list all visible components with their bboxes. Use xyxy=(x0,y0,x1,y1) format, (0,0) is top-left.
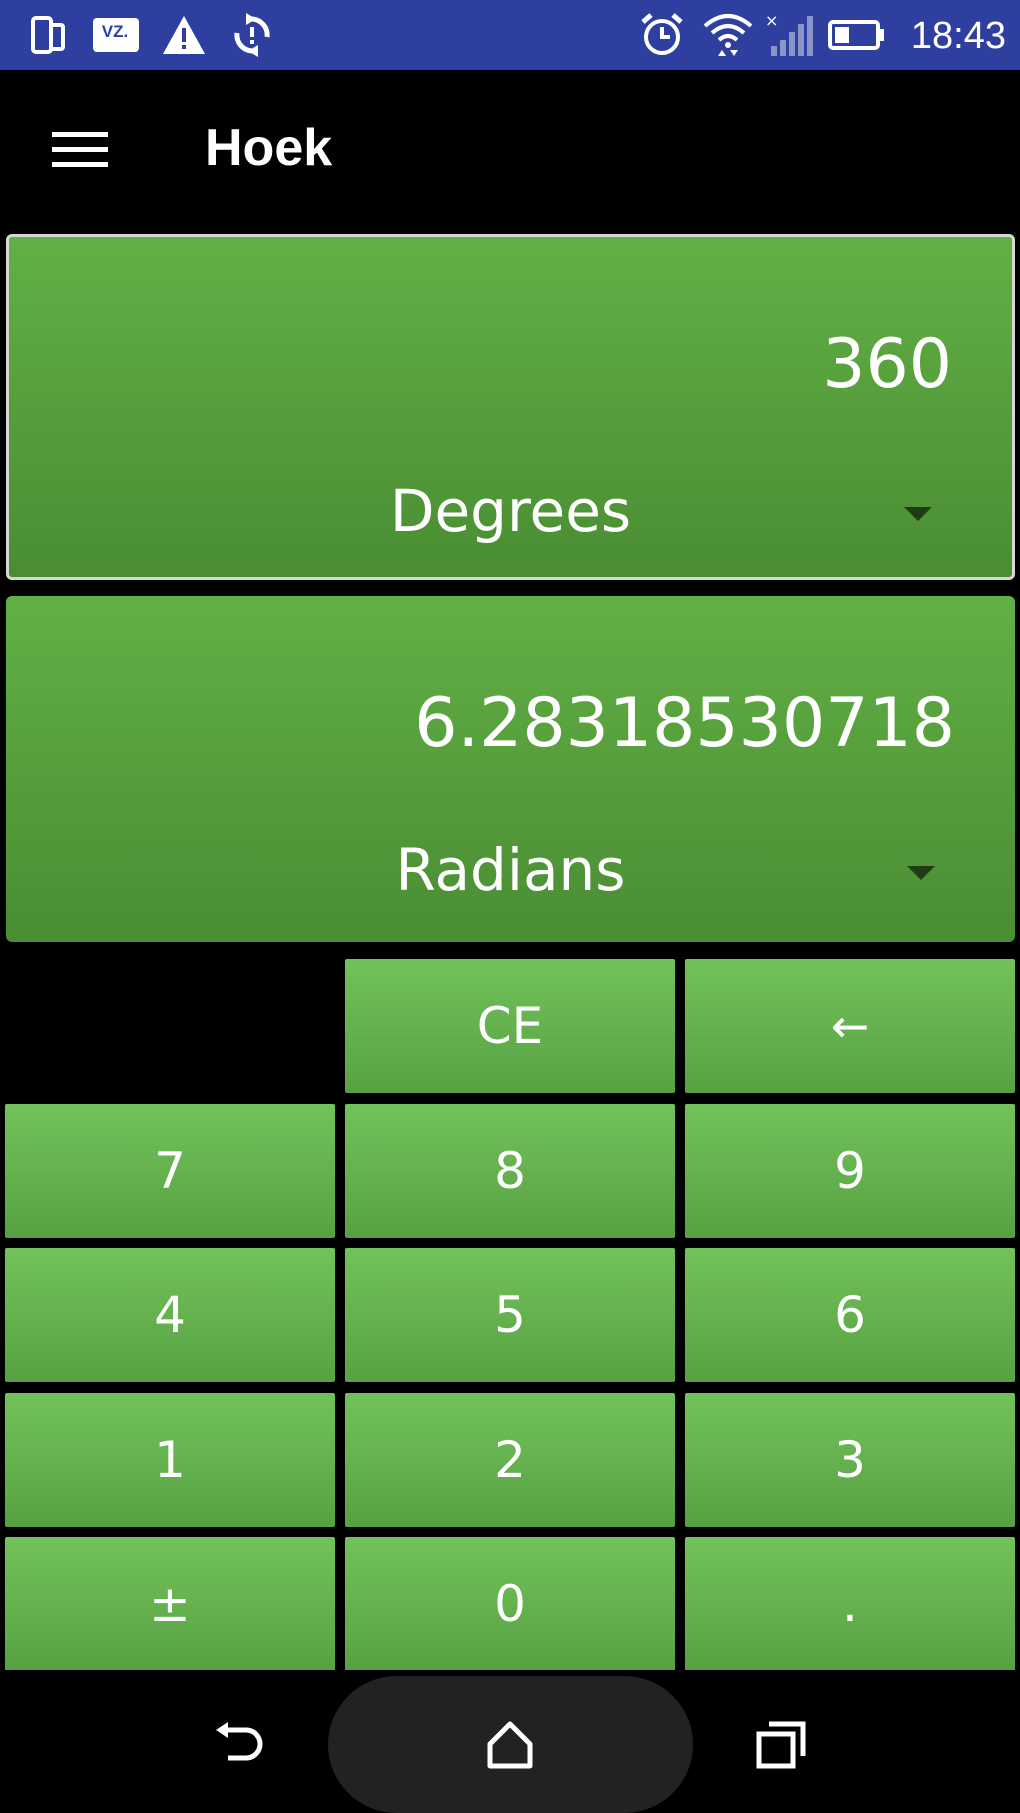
from-value[interactable]: 360 xyxy=(822,325,952,404)
navigation-bar xyxy=(0,1670,1020,1813)
from-unit-select[interactable]: Degrees xyxy=(9,477,1012,545)
svg-text:×: × xyxy=(765,12,778,30)
alarm-icon xyxy=(638,10,686,60)
key-5-button[interactable]: 5 xyxy=(345,1248,675,1382)
key-6-button[interactable]: 6 xyxy=(685,1248,1015,1382)
key-4-button[interactable]: 4 xyxy=(5,1248,335,1382)
key-0-button[interactable]: 0 xyxy=(345,1537,675,1671)
from-unit-panel[interactable]: 360 Degrees xyxy=(6,234,1015,580)
vz-label: VZ. xyxy=(101,22,129,41)
page-title: Hoek xyxy=(205,119,333,177)
battery-icon xyxy=(826,10,888,60)
hamburger-menu-icon[interactable] xyxy=(40,120,120,180)
plus-minus-button[interactable]: ± xyxy=(5,1537,335,1671)
key-7-button[interactable]: 7 xyxy=(5,1104,335,1238)
to-unit-panel[interactable]: 6.28318530718 Radians xyxy=(6,596,1015,942)
chevron-down-icon[interactable] xyxy=(907,866,935,880)
phone-screen-icon xyxy=(28,10,68,60)
app-toolbar: Hoek xyxy=(0,70,1020,230)
to-unit-select[interactable]: Radians xyxy=(6,836,1015,904)
decimal-point-button[interactable]: . xyxy=(685,1537,1015,1671)
key-2-button[interactable]: 2 xyxy=(345,1393,675,1527)
key-3-button[interactable]: 3 xyxy=(685,1393,1015,1527)
chevron-down-icon[interactable] xyxy=(904,507,932,521)
signal-icon: × xyxy=(764,10,814,60)
to-value[interactable]: 6.28318530718 xyxy=(414,684,955,763)
key-9-button[interactable]: 9 xyxy=(685,1104,1015,1238)
status-time: 18:43 xyxy=(910,15,1006,57)
backspace-button[interactable]: ← xyxy=(685,959,1015,1093)
warning-icon xyxy=(160,10,208,60)
key-8-button[interactable]: 8 xyxy=(345,1104,675,1238)
key-1-button[interactable]: 1 xyxy=(5,1393,335,1527)
sync-icon xyxy=(228,10,276,60)
wifi-icon xyxy=(700,10,756,60)
status-bar: VZ. × 18:43 xyxy=(0,0,1020,70)
back-icon[interactable] xyxy=(200,1710,280,1780)
clear-entry-button[interactable]: CE xyxy=(345,959,675,1093)
recents-icon[interactable] xyxy=(742,1710,822,1780)
home-icon[interactable] xyxy=(470,1710,550,1780)
